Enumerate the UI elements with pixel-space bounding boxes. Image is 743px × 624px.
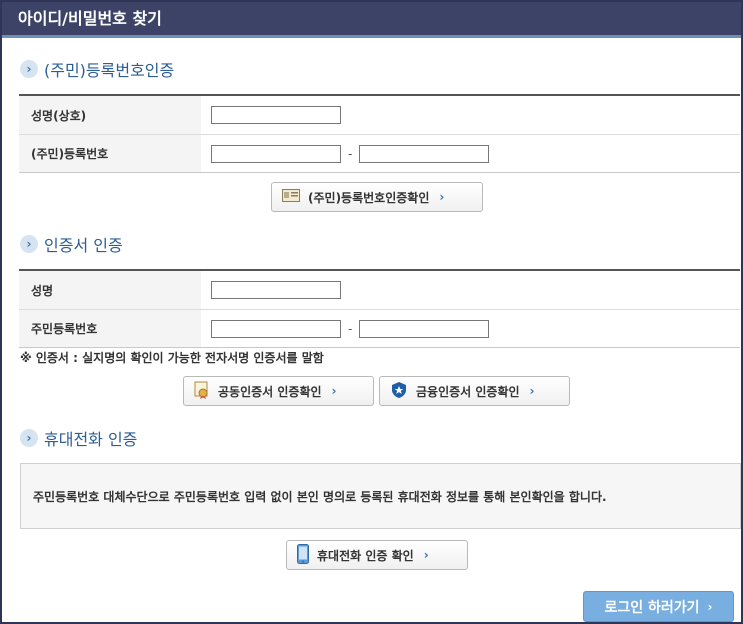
cert-regno-field-cell: -: [201, 310, 740, 347]
chevron-right-icon: ›: [529, 384, 535, 398]
section-title-reg: › (주민)등록번호인증: [20, 57, 174, 81]
form-row-name: 성명(상호): [19, 96, 740, 135]
dash-separator: -: [348, 321, 353, 336]
go-to-login-label: 로그인 하러가기: [604, 599, 700, 616]
form-row-cert-regno: 주민등록번호 -: [19, 310, 740, 347]
section-title-cert-text: 인증서 인증: [44, 236, 123, 255]
reg-verify-label: (주민)등록번호인증확인: [308, 190, 430, 205]
window-title: 아이디/비밀번호 찾기: [2, 2, 741, 38]
name-field-cell: [201, 96, 740, 134]
chevron-right-icon: ›: [20, 235, 38, 253]
phone-verify-button[interactable]: 휴대전화 인증 확인 ›: [286, 540, 468, 570]
section-title-reg-text: (주민)등록번호인증: [44, 61, 175, 80]
find-id-password-window: 아이디/비밀번호 찾기 › (주민)등록번호인증 성명(상호) (주민)등록번호…: [0, 0, 743, 624]
name-input[interactable]: [211, 106, 341, 124]
reg-verify-button[interactable]: (주민)등록번호인증확인 ›: [271, 182, 483, 212]
regno-label: (주민)등록번호: [19, 135, 201, 172]
cert-name-input[interactable]: [211, 281, 341, 299]
cert-regno-second-input[interactable]: [359, 319, 490, 338]
finance-cert-button[interactable]: 금융인증서 인증확인 ›: [379, 376, 570, 406]
dash-separator: -: [348, 146, 353, 161]
phone-verify-label: 휴대전화 인증 확인: [317, 548, 414, 563]
cert-note: ※ 인증서 : 실지명의 확인이 가능한 전자서명 인증서를 말함: [20, 351, 324, 365]
certificate-icon: [194, 381, 210, 402]
section-title-phone: › 휴대전화 인증: [20, 426, 137, 450]
chevron-right-icon: ›: [20, 60, 38, 78]
chevron-right-icon: ›: [423, 548, 429, 562]
shield-star-icon: [390, 381, 408, 402]
joint-cert-button[interactable]: 공동인증서 인증확인 ›: [183, 376, 374, 406]
finance-cert-label: 금융인증서 인증확인: [416, 384, 520, 399]
go-to-login-button[interactable]: 로그인 하러가기 ›: [583, 591, 734, 622]
id-card-icon: [282, 189, 300, 205]
name-label: 성명(상호): [19, 96, 201, 134]
section-title-phone-text: 휴대전화 인증: [44, 430, 138, 449]
regno-field-cell: -: [201, 135, 740, 172]
phone-info-text: 주민등록번호 대체수단으로 주민등록번호 입력 없이 본인 명의로 등록된 휴대…: [33, 489, 607, 504]
chevron-right-icon: ›: [20, 429, 38, 447]
regno-second-input[interactable]: [359, 144, 490, 163]
cert-name-label: 성명: [19, 271, 201, 309]
phone-info-box: 주민등록번호 대체수단으로 주민등록번호 입력 없이 본인 명의로 등록된 휴대…: [20, 463, 741, 529]
chevron-right-icon: ›: [439, 190, 445, 204]
cert-regno-label: 주민등록번호: [19, 310, 201, 347]
cert-name-field-cell: [201, 271, 740, 309]
regno-first-input[interactable]: [211, 144, 341, 163]
form-row-cert-name: 성명: [19, 271, 740, 310]
form-row-regno: (주민)등록번호 -: [19, 135, 740, 172]
joint-cert-label: 공동인증서 인증확인: [218, 384, 322, 399]
cert-regno-first-input[interactable]: [211, 319, 341, 338]
chevron-right-icon: ›: [707, 599, 713, 614]
section-title-cert: › 인증서 인증: [20, 232, 123, 256]
chevron-right-icon: ›: [331, 384, 337, 398]
mobile-phone-icon: [297, 543, 309, 567]
reg-form-table: 성명(상호) (주민)등록번호 -: [19, 94, 740, 173]
cert-form-table: 성명 주민등록번호 -: [19, 269, 740, 348]
